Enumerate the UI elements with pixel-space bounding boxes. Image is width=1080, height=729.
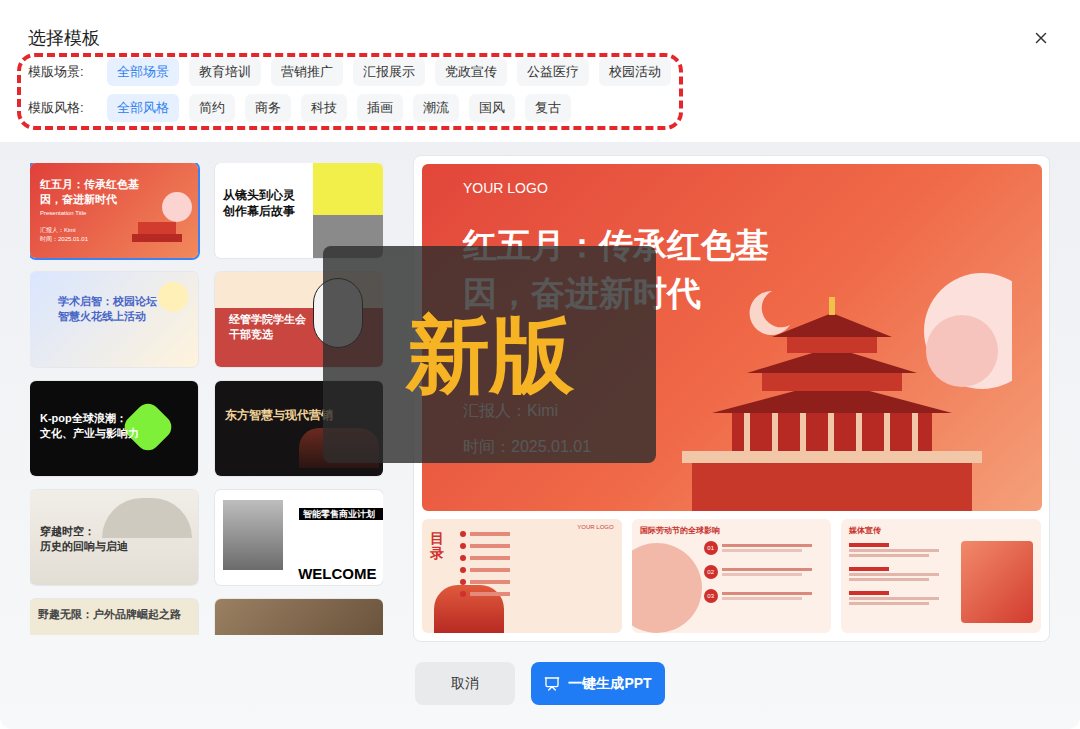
filter-chip[interactable]: 简约 [189,94,235,122]
preview-page[interactable]: 国际劳动节的全球影响 01 02 03 [632,519,832,633]
thumbnail-subtitle: Presentation Title [40,209,198,218]
filter-chip[interactable]: 潮流 [413,94,459,122]
filter-chip[interactable]: 科技 [301,94,347,122]
preview-page[interactable]: YOUR LOGO 目录 [422,519,622,633]
thumbnail-title: 野趣无限：户外品牌崛起之路 [38,607,198,622]
page-logo: YOUR LOGO [577,523,613,532]
preview-page[interactable]: 媒体宣传 [841,519,1041,633]
page-title: 媒体宣传 [849,525,881,537]
filter-label: 模版场景: [28,62,107,82]
thumbnail-title: 穿越时空： 历史的回响与启迪 [40,524,198,554]
template-thumbnail[interactable]: K-pop全球浪潮： 文化、产业与影响力 [30,381,198,476]
presentation-icon [544,676,560,692]
dialog-header: 选择模板模版场景:全部场景教育培训营销推广汇报展示党政宣传公益医疗校园活动模版风… [0,0,1080,142]
thumbnail-title: 智能零售商业计划 [299,508,383,520]
point-number: 02 [704,565,718,579]
template-thumbnail[interactable]: 红五月：传承红色基因，奋进新时代 Presentation Title 汇报人：Ki… [30,163,198,258]
thumb-illustration [122,192,192,252]
thumbnail-title: 从镜头到心灵 创作幕后故事 [223,187,383,219]
filter-chip[interactable]: 教育培训 [189,58,261,86]
template-thumbnail[interactable]: 穿越时空： 历史的回响与启迪 [30,490,198,585]
filter-chip[interactable]: 校园活动 [599,58,671,86]
filter-row: 模版场景:全部场景教育培训营销推广汇报展示党政宣传公益医疗校园活动 [28,58,1052,86]
temple-illustration-icon [652,261,1012,511]
page-title: 国际劳动节的全球影响 [640,525,720,537]
page-title: 目录 [430,531,444,562]
slide-logo: YOUR LOGO [463,178,1042,199]
template-thumbnail[interactable]: 野趣无限：户外品牌崛起之路 [30,599,198,635]
thumbnail-title: 红五月：传承红色基因，奋进新时代 [40,177,144,207]
filter-chip[interactable]: 全部风格 [107,94,179,122]
cancel-button[interactable]: 取消 [415,662,515,705]
thumb-illustration [223,500,283,570]
thumbnail-meta: 汇报人：Kimi [40,226,198,234]
filter-chip[interactable]: 党政宣传 [435,58,507,86]
dialog-title: 选择模板 [28,26,100,50]
thumb-illustration [158,282,188,312]
new-version-badge: 新版 [323,246,656,463]
filter-label: 模版风格: [28,98,107,118]
filter-chip[interactable]: 插画 [357,94,403,122]
filter-chip[interactable]: 商务 [245,94,291,122]
template-thumbnail[interactable]: 学术启智：校园论坛 智慧火花线上活动 [30,272,198,367]
filter-row: 模版风格:全部风格简约商务科技插画潮流国风复古 [28,94,1052,122]
template-thumbnail[interactable]: 智能零售商业计划 WELCOME [215,490,383,585]
thumbnail-extra: WELCOME [298,566,376,581]
point-number: 03 [704,589,718,603]
template-thumbnail[interactable] [215,599,383,635]
filter-chip[interactable]: 营销推广 [271,58,343,86]
highlight-annotation [17,53,683,130]
filter-chip[interactable]: 复古 [525,94,571,122]
point-number: 01 [704,541,718,555]
filter-chip[interactable]: 公益医疗 [517,58,589,86]
thumbnail-meta: 时间：2025.01.01 [40,235,198,243]
template-thumbnail[interactable]: 从镜头到心灵 创作幕后故事 [215,163,383,258]
thumb-illustration [313,163,383,258]
thumb-illustration [102,498,192,538]
thumbnail-title: 学术启智：校园论坛 智慧火花线上活动 [58,294,198,324]
filter-chip[interactable]: 汇报展示 [353,58,425,86]
template-dialog: 选择模板模版场景:全部场景教育培训营销推广汇报展示党政宣传公益医疗校园活动模版风… [0,0,1080,729]
close-icon[interactable] [1032,29,1050,47]
filter-chip[interactable]: 国风 [469,94,515,122]
dialog-footer: 取消一键生成PPT [30,662,1050,705]
filter-chip[interactable]: 全部场景 [107,58,179,86]
thumbnail-title: K-pop全球浪潮： 文化、产业与影响力 [40,411,198,441]
generate-button[interactable]: 一键生成PPT [531,662,665,705]
